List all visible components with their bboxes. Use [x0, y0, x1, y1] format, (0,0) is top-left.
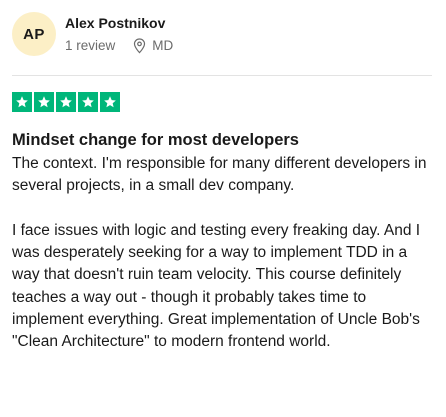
- review-card: AP Alex Postnikov 1 review MD Mindset ch…: [0, 0, 446, 417]
- reviewer-header: AP Alex Postnikov 1 review MD: [12, 12, 173, 56]
- star-icon: [38, 96, 50, 108]
- star-icon: [16, 96, 28, 108]
- review-body: The context. I'm responsible for many di…: [12, 153, 438, 354]
- review-title[interactable]: Mindset change for most developers: [12, 129, 299, 151]
- star-box: [78, 92, 98, 112]
- star-box: [34, 92, 54, 112]
- star-icon: [104, 96, 116, 108]
- star-icon: [60, 96, 72, 108]
- location-pin-icon: [134, 38, 146, 54]
- star-box: [100, 92, 120, 112]
- reviewer-info: Alex Postnikov 1 review MD: [65, 12, 173, 55]
- review-count: 1 review: [65, 38, 116, 53]
- star-box: [56, 92, 76, 112]
- review-paragraph: The context. I'm responsible for many di…: [12, 155, 427, 195]
- avatar[interactable]: AP: [12, 12, 56, 56]
- reviewer-meta: 1 review MD: [65, 37, 173, 55]
- location-text: MD: [152, 38, 174, 53]
- divider: [12, 75, 432, 76]
- star-box: [12, 92, 32, 112]
- star-icon: [82, 96, 94, 108]
- reviewer-location: MD: [133, 37, 173, 55]
- star-rating: [12, 92, 122, 112]
- reviewer-name[interactable]: Alex Postnikov: [65, 15, 173, 32]
- review-paragraph: I face issues with logic and testing eve…: [12, 221, 421, 351]
